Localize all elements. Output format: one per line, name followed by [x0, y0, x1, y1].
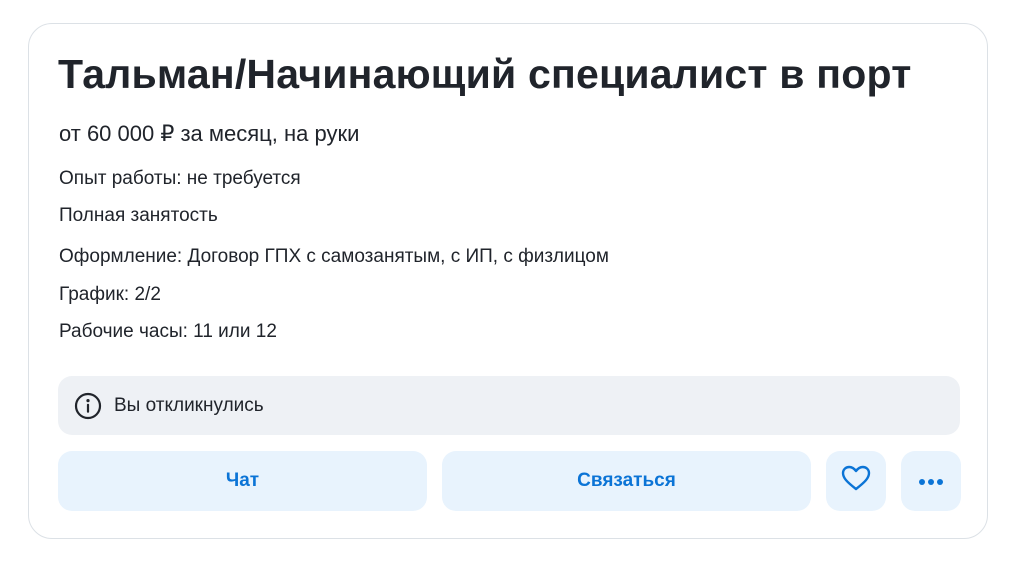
- working-hours: Рабочие часы: 11 или 12: [59, 321, 277, 342]
- contract-type: Оформление: Договор ГПХ с самозанятым, с…: [59, 246, 609, 267]
- response-notice: Вы откликнулись: [58, 376, 960, 435]
- heart-icon: [840, 464, 872, 498]
- experience: Опыт работы: не требуется: [59, 168, 301, 189]
- info-icon: [74, 392, 102, 420]
- more-button[interactable]: [901, 451, 961, 511]
- vacancy-title[interactable]: Тальман/Начинающий специалист в порт: [58, 48, 912, 100]
- more-dots-icon: [918, 470, 944, 492]
- salary: от 60 000 ₽ за месяц, на руки: [59, 121, 360, 146]
- contact-button[interactable]: Связаться: [442, 451, 811, 511]
- employment-type: Полная занятость: [59, 205, 218, 226]
- favorite-button[interactable]: [826, 451, 886, 511]
- chat-button[interactable]: Чат: [58, 451, 427, 511]
- vacancy-card: Тальман/Начинающий специалист в порт от …: [28, 23, 988, 539]
- notice-text: Вы откликнулись: [114, 394, 264, 416]
- schedule: График: 2/2: [59, 284, 161, 305]
